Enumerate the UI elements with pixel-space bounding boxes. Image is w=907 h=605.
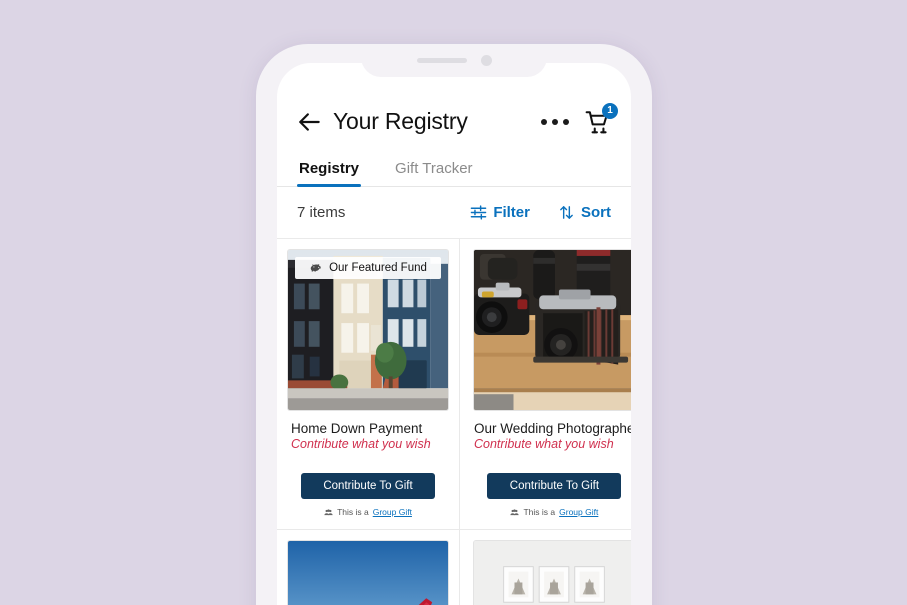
sort-button[interactable]: Sort <box>558 204 611 221</box>
phone-notch <box>361 44 547 77</box>
front-camera-icon <box>480 55 492 66</box>
product-title: Home Down Payment <box>291 421 423 436</box>
filter-button[interactable]: Filter <box>470 204 530 221</box>
group-gift-prefix: This is a <box>337 507 369 517</box>
more-options-button[interactable] <box>541 111 569 133</box>
group-gift-note: This is a Group Gift <box>324 507 412 517</box>
product-title: Our Wedding Photographer <box>474 421 631 436</box>
featured-fund-badge: Our Featured Fund <box>295 257 441 279</box>
sliders-icon <box>471 205 487 220</box>
tab-gift-tracker[interactable]: Gift Tracker <box>393 160 475 186</box>
product-image <box>473 249 631 411</box>
featured-fund-label: Our Featured Fund <box>329 262 427 274</box>
sort-arrows-icon <box>560 206 573 219</box>
airplane-wing-image <box>288 541 448 605</box>
header-row: Your Registry 1 <box>297 102 618 135</box>
product-image: Our Featured Fund <box>287 249 449 411</box>
product-grid: Our Featured Fund Home Down Payment Cont… <box>277 239 631 605</box>
product-card[interactable] <box>277 530 460 605</box>
speaker-grille <box>416 58 467 63</box>
group-gift-link[interactable]: Group Gift <box>373 507 412 517</box>
more-horizontal-icon-dot <box>563 118 569 125</box>
filter-label: Filter <box>493 204 530 221</box>
phone-screen: Your Registry 1 Registry Gift Tracker 7 … <box>277 63 631 605</box>
back-arrow-icon[interactable] <box>297 109 323 135</box>
contribute-to-gift-button[interactable]: Contribute To Gift <box>487 473 622 499</box>
vintage-cameras-image <box>474 250 631 410</box>
tab-registry[interactable]: Registry <box>297 160 362 187</box>
product-image <box>287 540 449 605</box>
piggy-bank-icon <box>310 263 321 272</box>
page-title: Your Registry <box>333 108 468 134</box>
list-toolbar: 7 items Filter Sort <box>277 187 631 239</box>
tab-bar: Registry Gift Tracker <box>277 145 631 187</box>
product-image <box>473 540 631 605</box>
contribute-to-gift-button[interactable]: Contribute To Gift <box>301 473 435 499</box>
product-subtitle: Contribute what you wish <box>291 437 431 451</box>
cart-button[interactable]: 1 <box>585 102 618 135</box>
gallery-wall-image <box>474 541 631 605</box>
group-people-icon <box>324 508 333 515</box>
phone-frame: Your Registry 1 Registry Gift Tracker 7 … <box>256 44 652 605</box>
item-count-label: 7 items <box>297 204 346 221</box>
group-people-icon <box>510 508 520 515</box>
product-subtitle: Contribute what you wish <box>474 437 614 451</box>
group-gift-note: This is a Group Gift <box>510 507 598 517</box>
sort-label: Sort <box>581 204 611 221</box>
group-gift-prefix: This is a <box>523 507 556 517</box>
cart-badge: 1 <box>602 102 618 119</box>
product-card[interactable]: Our Wedding Photographer Contribute what… <box>460 239 631 530</box>
product-card[interactable]: Our Featured Fund Home Down Payment Cont… <box>277 239 460 530</box>
product-card[interactable] <box>460 530 631 605</box>
more-horizontal-icon-dot <box>552 118 558 125</box>
group-gift-link[interactable]: Group Gift <box>559 507 598 517</box>
more-horizontal-icon-dot <box>541 118 547 125</box>
